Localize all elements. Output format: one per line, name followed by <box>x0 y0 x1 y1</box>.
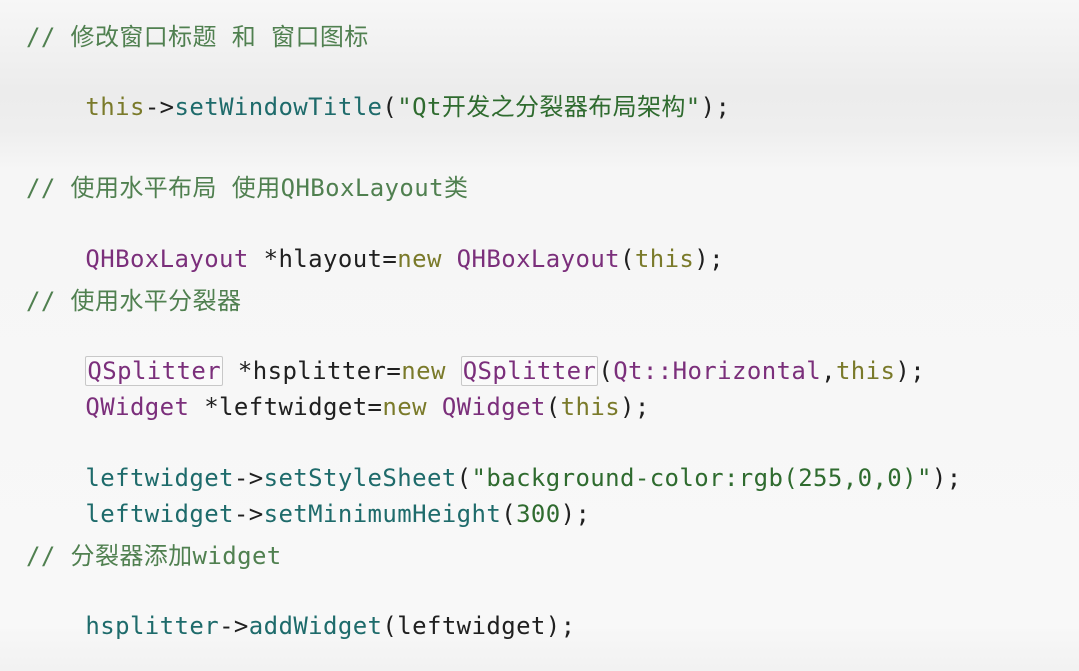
keyword-this: this <box>634 245 695 273</box>
keyword-this: this <box>85 93 145 121</box>
number-literal: 300 <box>516 500 561 528</box>
method-call: setMinimumHeight <box>263 500 502 528</box>
string-literal: "Qt开发之分裂器布局架构" <box>397 93 701 121</box>
paren: ( <box>382 93 398 121</box>
code-line-add-widget: hsplitter->addWidget(leftwidget); <box>26 581 575 640</box>
paren-semicolon: ); <box>560 500 591 528</box>
code-line-set-minimum-height: leftwidget->setMinimumHeight(300); <box>26 469 590 528</box>
code-line-comment-hboxlayout: // 使用水平布局 使用QHBoxLayout类 <box>26 174 469 202</box>
variable-ref: hsplitter <box>85 612 220 640</box>
paren-semicolon: ); <box>620 393 650 421</box>
type-name: QWidget <box>85 393 190 421</box>
paren: ( <box>620 245 635 273</box>
code-line-hsplitter-decl: QSplitter *hsplitter=new QSplitter(Qt::H… <box>26 326 925 386</box>
paren-semicolon: ); <box>545 612 576 640</box>
type-name: QWidget <box>441 393 546 421</box>
keyword-new: new <box>382 393 427 421</box>
paren-semicolon: ); <box>895 357 926 385</box>
paren: ( <box>501 500 517 528</box>
code-line-hlayout-decl: QHBoxLayout *hlayout=new QHBoxLayout(thi… <box>26 214 724 273</box>
keyword-new: new <box>397 245 442 273</box>
paren: ( <box>382 612 398 640</box>
variable-ref: leftwidget <box>85 500 234 528</box>
variable-decl: *leftwidget= <box>189 393 383 421</box>
arrow-operator: -> <box>219 612 249 640</box>
argument: leftwidget <box>397 612 546 640</box>
code-line-leftwidget-decl: QWidget *leftwidget=new QWidget(this); <box>26 362 650 421</box>
code-line-set-stylesheet: leftwidget->setStyleSheet("background-co… <box>26 433 962 492</box>
arrow-operator: -> <box>233 500 264 528</box>
type-name: QHBoxLayout <box>456 245 621 273</box>
paren-semicolon: ); <box>700 93 731 121</box>
paren-semicolon: ); <box>931 464 962 492</box>
code-line-comment-add-widget: // 分裂器添加widget <box>26 542 282 570</box>
type-name: QHBoxLayout <box>85 245 249 273</box>
keyword-this: this <box>560 393 621 421</box>
paren: ( <box>545 393 561 421</box>
comma: , <box>821 357 836 385</box>
code-editor: // 修改窗口标题 和 窗口图标 this->setWindowTitle("Q… <box>0 0 1079 640</box>
method-call: addWidget <box>248 612 383 640</box>
code-line-comment-hsplitter: // 使用水平分裂器 <box>26 287 242 315</box>
arrow-operator: -> <box>144 93 175 121</box>
code-line-comment-window-title: // 修改窗口标题 和 窗口图标 <box>26 23 369 51</box>
variable-decl: *hlayout= <box>248 245 398 273</box>
code-line-set-window-title: this->setWindowTitle("Qt开发之分裂器布局架构"); <box>26 62 730 121</box>
paren-semicolon: ); <box>694 245 724 273</box>
method-call: setWindowTitle <box>174 93 383 121</box>
keyword-this: this <box>835 357 896 385</box>
